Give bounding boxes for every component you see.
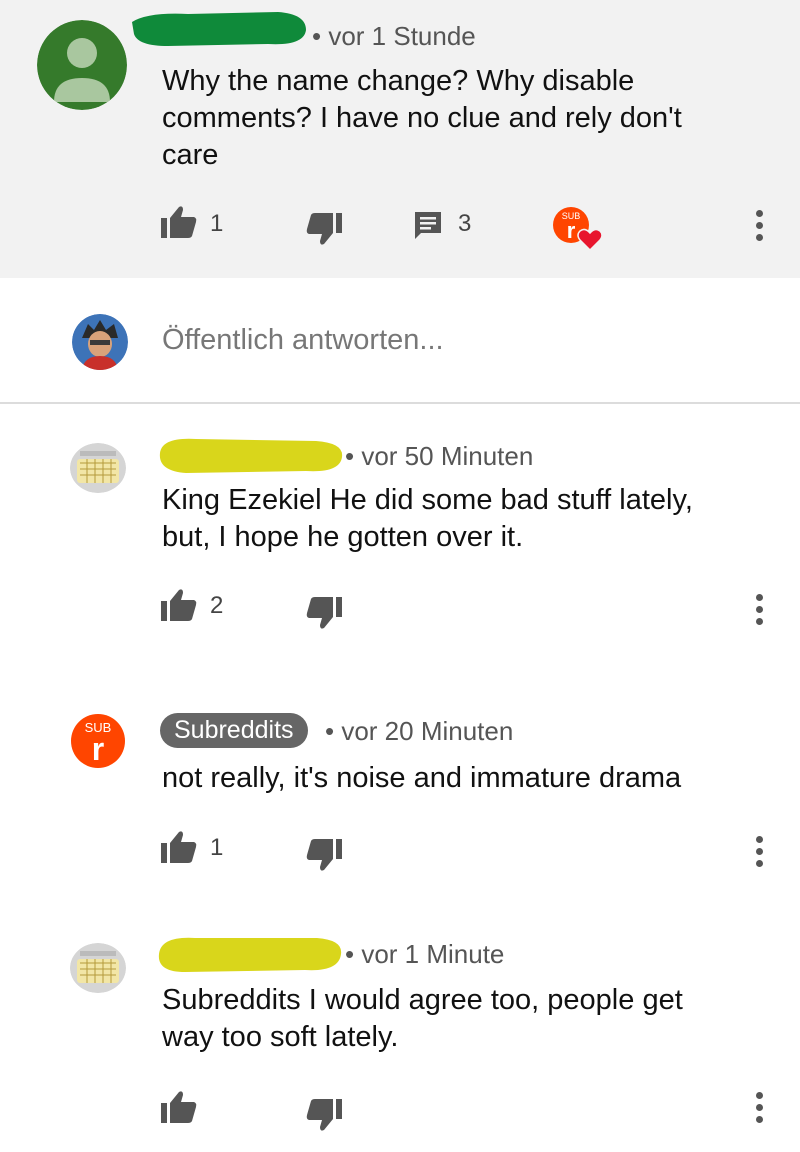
top-comment-avatar[interactable] xyxy=(37,20,127,110)
thumb-down-icon xyxy=(306,597,342,629)
thumb-up-icon xyxy=(161,206,197,238)
user-avatar xyxy=(72,314,128,370)
reply-text: Subreddits I would agree too, people get… xyxy=(162,984,683,1053)
reply-text: King Ezekiel He did some bad stuff latel… xyxy=(162,484,693,553)
more-vert-icon xyxy=(756,836,763,843)
thumb-up-icon xyxy=(161,589,197,621)
public-reply-input[interactable]: Öffentlich antworten... xyxy=(162,324,444,357)
more-options-button[interactable] xyxy=(756,210,763,246)
comment-icon xyxy=(415,212,441,239)
like-button[interactable] xyxy=(160,1090,198,1124)
more-vert-icon xyxy=(756,210,763,217)
redacted-author-name xyxy=(128,8,310,48)
heart-icon xyxy=(577,228,603,252)
channel-owner-chip[interactable]: Subreddits xyxy=(160,713,308,748)
top-comment-time: • vor 1 Stunde xyxy=(312,21,476,51)
like-count: 1 xyxy=(210,834,224,861)
like-button[interactable] xyxy=(160,588,198,622)
creator-heart-badge: SUB r xyxy=(552,206,603,252)
reply-button[interactable] xyxy=(413,210,443,240)
like-count: 2 xyxy=(210,592,224,619)
more-vert-icon xyxy=(756,1092,763,1099)
more-vert-icon xyxy=(756,594,763,601)
reply-time: • vor 20 Minuten xyxy=(325,716,514,746)
top-comment-text: Why the name change? Why disable comment… xyxy=(162,65,682,171)
dislike-button[interactable] xyxy=(305,212,343,246)
dislike-button[interactable] xyxy=(305,838,343,872)
thumb-up-icon xyxy=(161,1091,197,1123)
reply-avatar[interactable]: SUB r xyxy=(70,713,126,769)
more-options-button[interactable] xyxy=(756,836,763,872)
divider xyxy=(0,402,800,404)
redacted-author-name xyxy=(155,932,345,974)
more-options-button[interactable] xyxy=(756,1092,763,1128)
reply-count: 3 xyxy=(458,210,472,237)
dislike-button[interactable] xyxy=(305,1098,343,1132)
reply-text: not really, it's noise and immature dram… xyxy=(162,762,682,794)
redacted-author-name xyxy=(156,433,346,475)
thumb-down-icon xyxy=(306,213,342,245)
reply-time: • vor 1 Minute xyxy=(345,939,505,969)
like-count: 1 xyxy=(210,210,224,237)
reply-time: • vor 50 Minuten xyxy=(345,441,534,471)
more-options-button[interactable] xyxy=(756,594,763,630)
thumb-down-icon xyxy=(306,1099,342,1131)
like-button[interactable] xyxy=(160,830,198,864)
thumb-down-icon xyxy=(306,839,342,871)
reply-avatar[interactable] xyxy=(70,943,126,993)
thumb-up-icon xyxy=(161,831,197,863)
dislike-button[interactable] xyxy=(305,596,343,630)
reply-avatar[interactable] xyxy=(70,443,126,493)
svg-text:r: r xyxy=(567,218,576,243)
svg-text:r: r xyxy=(92,731,104,767)
like-button[interactable] xyxy=(160,205,198,239)
